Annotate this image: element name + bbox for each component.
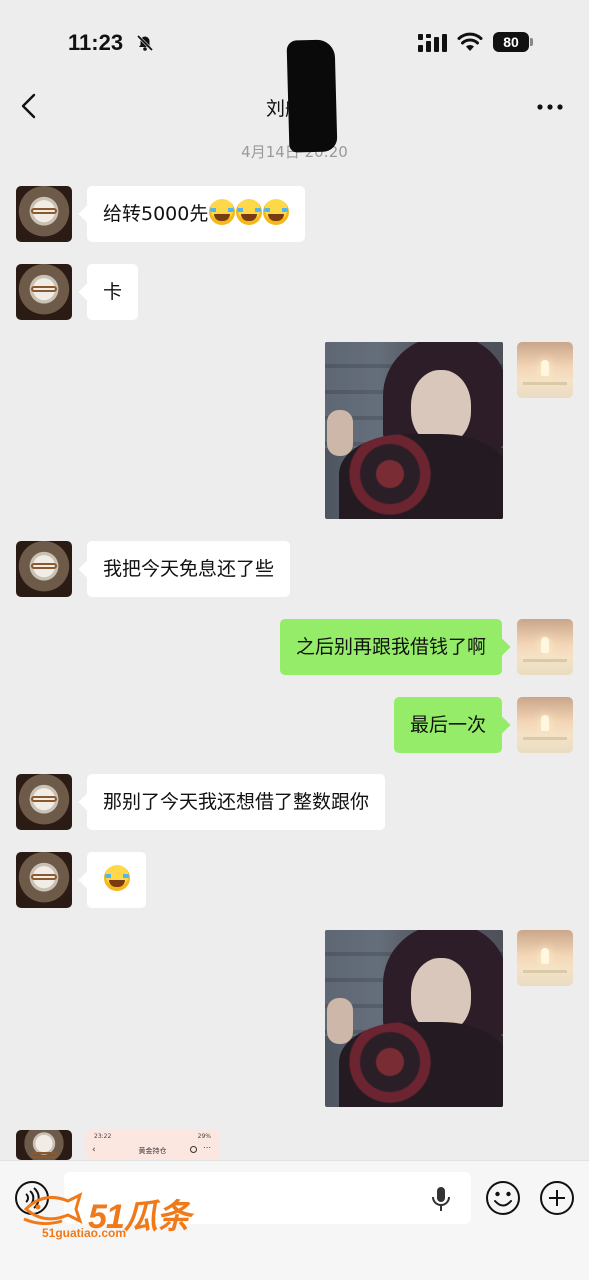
avatar[interactable] — [16, 541, 72, 597]
watermark-url: 51guatiao.com — [42, 1226, 127, 1240]
plus-circle-icon[interactable] — [539, 1180, 575, 1216]
avatar-glasses — [31, 208, 57, 214]
message-bubble[interactable]: 那别了今天我还想借了整数跟你 — [87, 774, 386, 830]
preview-title: 黄金持仓 — [138, 1147, 167, 1155]
message-bubble[interactable]: 卡 — [87, 264, 139, 320]
avatar-candle — [541, 637, 549, 653]
photo-body — [339, 1022, 503, 1107]
watermark-logo: 51瓜条 51guatiao.com — [22, 1185, 212, 1245]
message-bubble-self[interactable]: 最后一次 — [393, 697, 502, 753]
message-bubble[interactable]: 我把今天免息还了些 — [87, 541, 291, 597]
preview-more-icon: ⋯ — [203, 1143, 211, 1152]
self-avatar[interactable] — [517, 930, 573, 986]
avatar-shelf — [523, 737, 567, 740]
avatar-glasses — [31, 563, 57, 569]
message-bubble-self[interactable]: 之后别再跟我借钱了啊 — [279, 619, 502, 675]
message-text: 我把今天免息还了些 — [103, 558, 275, 580]
avatar-glasses — [31, 874, 57, 880]
self-avatar[interactable] — [517, 697, 573, 753]
avatar-candle — [541, 715, 549, 731]
avatar[interactable] — [16, 852, 72, 908]
redaction-mark — [286, 39, 338, 153]
message-bubble[interactable] — [87, 852, 146, 908]
microphone-icon[interactable] — [430, 1186, 452, 1212]
battery-tip — [530, 38, 533, 46]
emoji-face-icon[interactable] — [485, 1180, 521, 1216]
sticker-image[interactable] — [325, 342, 503, 519]
cellular-signal-icon — [418, 34, 447, 52]
message-text: 最后一次 — [409, 714, 486, 736]
message-text: 之后别再跟我借钱了啊 — [295, 636, 486, 658]
message-text: 卡 — [103, 281, 123, 303]
avatar[interactable] — [16, 264, 72, 320]
battery-level: 80 — [493, 32, 529, 52]
avatar-candle — [541, 360, 549, 376]
preview-time: 23:22 — [94, 1133, 112, 1140]
avatar[interactable] — [16, 1130, 72, 1160]
avatar-shelf — [523, 970, 567, 973]
tears-of-joy-emoji-icon — [104, 865, 130, 891]
status-time: 11:23 — [68, 30, 124, 55]
photo-body — [339, 434, 503, 519]
screenshot-preview[interactable]: 23:22 29% ‹ 黄金持仓 ⋯ — [86, 1130, 219, 1160]
photo-face — [411, 370, 471, 444]
avatar-glasses — [31, 1152, 57, 1158]
sticker-image[interactable] — [325, 930, 503, 1107]
preview-headset-icon — [190, 1146, 197, 1153]
wifi-icon — [457, 32, 483, 51]
self-avatar[interactable] — [517, 342, 573, 398]
avatar[interactable] — [16, 774, 72, 830]
tears-of-joy-emoji-icon — [209, 199, 236, 225]
tears-of-joy-emoji-icon — [236, 199, 263, 225]
self-avatar[interactable] — [517, 619, 573, 675]
message-text: 那别了今天我还想借了整数跟你 — [103, 791, 370, 813]
photo-hand — [327, 998, 353, 1044]
avatar-glasses — [31, 286, 57, 292]
fish-logo-icon — [23, 1192, 83, 1225]
avatar-shelf — [523, 659, 567, 662]
bell-slash-icon — [136, 34, 154, 52]
avatar-glasses — [31, 796, 57, 802]
photo-face — [411, 958, 471, 1032]
avatar[interactable] — [16, 186, 72, 242]
avatar-shelf — [523, 382, 567, 385]
message-bubble[interactable]: 给转5000先 — [87, 186, 306, 242]
message-text: 给转5000先 — [103, 203, 209, 225]
tears-of-joy-emoji-icon — [263, 199, 290, 225]
avatar-candle — [541, 948, 549, 964]
photo-hand — [327, 410, 353, 456]
preview-status: 29% — [197, 1133, 211, 1140]
more-dots-icon[interactable] — [536, 102, 564, 112]
